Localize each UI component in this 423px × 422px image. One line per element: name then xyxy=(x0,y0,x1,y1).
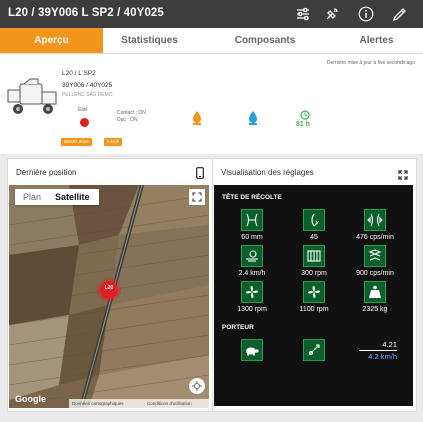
status-dot xyxy=(80,118,89,127)
fan2-icon xyxy=(303,281,325,303)
page-title: L20 / 39Y006 L SP2 / 40Y025 xyxy=(8,7,164,19)
tab-alertes[interactable]: Alertes xyxy=(330,28,423,53)
speed-icon xyxy=(241,245,263,267)
app-header: L20 / 39Y006 L SP2 / 40Y025 xyxy=(0,0,423,28)
angle-icon xyxy=(303,209,325,231)
carrier-value-bottom: 4.2 km/h xyxy=(368,352,397,361)
machine-serial: 39Y006 / 40Y025 xyxy=(62,82,113,89)
water-icon xyxy=(247,110,259,131)
duc-label: Duc : ON xyxy=(117,117,138,123)
machine-marker[interactable]: L20 xyxy=(100,281,118,299)
speed-value: 2.4 km/h xyxy=(238,270,266,277)
shaker-icon xyxy=(241,209,263,231)
satellite-icon[interactable] xyxy=(322,5,340,23)
last-update-text: Dernière mise à jour à five seconds ago xyxy=(326,60,415,66)
harvest-section-title: TÊTE DE RÉCOLTE xyxy=(222,194,282,201)
shaker-value: 60 mm xyxy=(241,234,263,241)
satellite-map[interactable]: Plan Satellite L20 Google Données cartog… xyxy=(9,185,209,408)
position-panel-title: Dernière position xyxy=(16,168,77,177)
map-type-switch: Plan Satellite xyxy=(15,189,99,205)
status-label: Etat xyxy=(78,107,87,113)
oil-icon xyxy=(191,110,203,131)
steering-icon xyxy=(303,339,325,361)
phone-icon[interactable] xyxy=(196,166,204,184)
map-tab-satellite[interactable]: Satellite xyxy=(55,192,90,202)
sliders-icon[interactable] xyxy=(294,5,312,23)
fan-value: 1300 rpm xyxy=(237,306,267,313)
frequency-icon xyxy=(364,209,386,231)
tab-statistiques[interactable]: Statistiques xyxy=(103,28,196,53)
harvester-icon xyxy=(6,78,60,118)
sorter-icon xyxy=(364,245,386,267)
settings-visualisation: TÊTE DE RÉCOLTE 60 mm 45 476 cps/min 2.4… xyxy=(214,185,413,406)
carrier-readout: 4.21 4.2 km/h xyxy=(357,340,397,364)
map-footer: Données cartographiques Conditions d'uti… xyxy=(69,399,209,408)
conveyor-icon xyxy=(303,245,325,267)
map-terms-link[interactable]: Conditions d'utilisation xyxy=(147,401,192,406)
conveyor-value: 300 rpm xyxy=(301,270,327,277)
speed-badge: 0 kn/h xyxy=(104,138,123,146)
locate-icon[interactable] xyxy=(189,378,205,394)
carrier-value-top: 4.21 xyxy=(382,340,397,349)
machine-owner: PELLENC SAS DEMO xyxy=(62,92,113,98)
weight-value: 2325 kg xyxy=(362,306,388,313)
angle-value: 45 xyxy=(310,234,318,241)
machine-summary: Dernière mise à jour à five seconds ago … xyxy=(0,54,423,154)
map-data-link[interactable]: Données cartographiques xyxy=(72,401,124,406)
turtle-icon xyxy=(241,339,263,361)
carrier-section-title: PORTEUR xyxy=(222,324,254,331)
google-logo: Google xyxy=(15,394,46,404)
fullscreen-icon[interactable] xyxy=(189,189,205,205)
marker-label: L20 xyxy=(104,285,114,291)
info-icon[interactable] xyxy=(357,5,375,23)
settings-panel-title: Visualisation des réglages xyxy=(221,168,314,177)
sorter-value: 900 cps/min xyxy=(356,270,394,277)
tab-apercu[interactable]: Aperçu xyxy=(0,28,103,53)
fan2-value: 1100 rpm xyxy=(299,306,329,313)
fan-icon xyxy=(241,281,263,303)
hour-meter-value: 81 h xyxy=(296,121,311,128)
map-tab-plan[interactable]: Plan xyxy=(23,192,41,202)
tab-bar: Aperçu Statistiques Composants Alertes xyxy=(0,28,423,54)
weight-icon xyxy=(364,281,386,303)
contact-label: Contact : ON xyxy=(117,110,146,116)
frequency-value: 476 cps/min xyxy=(356,234,394,241)
edit-icon[interactable] xyxy=(390,5,408,23)
expand-icon[interactable] xyxy=(398,167,408,185)
machine-model: L20 / L SP2 xyxy=(62,70,96,77)
tab-composants[interactable]: Composants xyxy=(215,28,315,53)
demo-badge: DEMO 2024 xyxy=(61,138,92,146)
